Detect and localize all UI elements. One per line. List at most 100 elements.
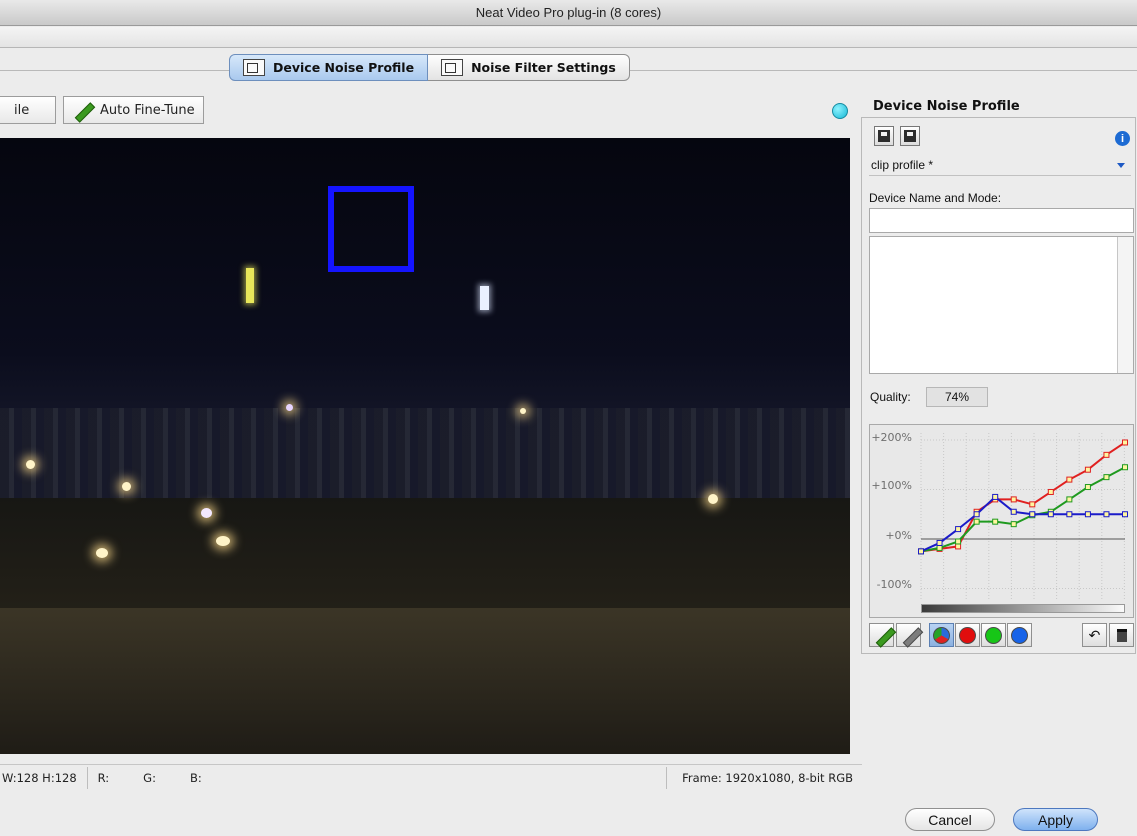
green-curve-point[interactable] — [955, 538, 962, 545]
device-noise-profile-panel: i clip profile * Device Name and Mode: Q… — [861, 117, 1136, 654]
graph-toolbar: ↶ — [869, 621, 1134, 649]
tab-device-noise-profile-label: Device Noise Profile — [273, 60, 415, 75]
green-curve-point[interactable] — [936, 544, 943, 551]
save-icon — [878, 130, 890, 142]
green-channel-button[interactable] — [981, 623, 1006, 647]
edit-curve-tool-button[interactable] — [896, 623, 921, 647]
pixel-g-label: G: — [143, 771, 156, 785]
distant-light — [286, 404, 293, 411]
blue-curve-point[interactable] — [973, 511, 980, 518]
blue-curve-point[interactable] — [992, 493, 999, 500]
green-curve-point[interactable] — [992, 518, 999, 525]
auto-profile-tool-button[interactable] — [869, 623, 894, 647]
red-curve-point[interactable] — [1066, 476, 1073, 483]
profile-combo-value: clip profile * — [871, 157, 934, 172]
reset-curve-button[interactable]: ↶ — [1082, 623, 1107, 647]
preview-statusbar: W:128 H:128 R: G: B: Frame: 1920x1080, 8… — [0, 764, 862, 791]
pixel-b-label: B: — [189, 771, 202, 785]
profile-toolbar: ile Auto Fine-Tune — [0, 96, 204, 124]
toolbar-band — [0, 27, 1137, 48]
street-light — [96, 548, 108, 558]
blue-curve-point[interactable] — [1010, 508, 1017, 515]
green-curve-point[interactable] — [973, 518, 980, 525]
blue-curve-point[interactable] — [1047, 511, 1054, 518]
street — [0, 608, 850, 754]
luminance-gradient-bar — [921, 604, 1125, 613]
street-light — [26, 460, 35, 469]
undo-icon: ↶ — [1088, 626, 1101, 643]
blue-channel-button[interactable] — [1007, 623, 1032, 647]
blue-curve-point[interactable] — [936, 539, 943, 546]
device-name-label: Device Name and Mode: — [869, 191, 1002, 205]
blue-curve-point[interactable] — [918, 548, 924, 555]
green-channel-icon — [985, 626, 1002, 644]
info-icon[interactable]: i — [1115, 131, 1130, 146]
cancel-button[interactable]: Cancel — [905, 808, 995, 831]
red-curve-point[interactable] — [1010, 496, 1017, 503]
blue-curve-point[interactable] — [955, 526, 962, 533]
pencil-icon — [900, 627, 918, 643]
street-light — [201, 508, 212, 518]
noise-curves[interactable] — [870, 425, 1135, 619]
red-curve-point[interactable] — [1084, 466, 1091, 473]
profile-notes-area[interactable] — [869, 236, 1134, 374]
magic-wand-icon — [72, 102, 94, 118]
trash-icon — [1116, 628, 1127, 642]
frame-info: Frame: 1920x1080, 8-bit RGB — [682, 771, 853, 785]
blue-curve-point[interactable] — [1066, 511, 1073, 518]
tab-noise-filter-settings[interactable]: Noise Filter Settings — [428, 54, 630, 81]
save-as-profile-button[interactable] — [900, 126, 920, 146]
video-preview[interactable] — [0, 138, 850, 754]
auto-fine-tune-button[interactable]: Auto Fine-Tune — [63, 96, 204, 124]
notes-scrollbar[interactable] — [1117, 237, 1133, 373]
profile-status-indicator — [832, 103, 848, 119]
window-title: Neat Video Pro plug-in (8 cores) — [475, 5, 662, 20]
tab-device-noise-profile[interactable]: Device Noise Profile — [229, 54, 429, 81]
statusbar-divider — [86, 767, 88, 789]
load-profile-label: ile — [14, 102, 30, 118]
red-curve-point[interactable] — [1122, 439, 1128, 446]
green-curve-point[interactable] — [1010, 521, 1017, 528]
red-channel-button[interactable] — [955, 623, 980, 647]
distant-light — [520, 408, 526, 414]
green-curve-point[interactable] — [1103, 474, 1110, 481]
blue-curve-point[interactable] — [1029, 511, 1036, 518]
red-curve-point[interactable] — [1103, 451, 1110, 458]
noise-sample-selection[interactable] — [328, 186, 414, 272]
red-curve-point[interactable] — [1029, 501, 1036, 508]
panel-title: Device Noise Profile — [873, 99, 1020, 114]
building-light — [480, 286, 489, 310]
all-channels-button[interactable] — [929, 623, 954, 647]
selection-size: W:128 H:128 — [2, 771, 77, 785]
magic-wand-icon — [873, 627, 891, 643]
chevron-down-icon — [1117, 163, 1125, 168]
sliders-icon — [441, 59, 464, 76]
street-light — [122, 482, 131, 491]
blue-curve-point[interactable] — [1122, 511, 1128, 518]
green-curve-point[interactable] — [1122, 464, 1128, 471]
pixel-r-label: R: — [97, 771, 110, 785]
save-as-icon — [904, 130, 916, 142]
green-curve-point[interactable] — [1066, 496, 1073, 503]
auto-fine-tune-label: Auto Fine-Tune — [100, 102, 195, 118]
blue-curve-point[interactable] — [1103, 511, 1110, 518]
apply-button[interactable]: Apply — [1013, 808, 1098, 831]
profile-combo[interactable]: clip profile * — [869, 154, 1131, 176]
quality-label: Quality: — [870, 390, 911, 404]
red-curve-point[interactable] — [955, 543, 962, 550]
red-curve-point[interactable] — [1047, 488, 1054, 495]
save-profile-button[interactable] — [874, 126, 894, 146]
load-profile-button[interactable]: ile — [0, 96, 56, 124]
tab-noise-filter-settings-label: Noise Filter Settings — [471, 60, 616, 75]
rgb-channels-icon — [933, 626, 950, 644]
green-curve-point[interactable] — [1084, 484, 1091, 491]
red-channel-icon — [959, 626, 976, 644]
device-name-field[interactable] — [869, 208, 1134, 233]
mode-tabs: Device Noise Profile Noise Filter Settin… — [229, 54, 630, 81]
blue-curve-point[interactable] — [1084, 511, 1091, 518]
graph-grid — [920, 433, 1125, 601]
noise-curve-graph[interactable]: +200% +100% +0% -100% — [869, 424, 1134, 618]
empire-state-light — [246, 268, 254, 303]
camera-icon — [243, 59, 265, 76]
delete-button[interactable] — [1109, 623, 1134, 647]
